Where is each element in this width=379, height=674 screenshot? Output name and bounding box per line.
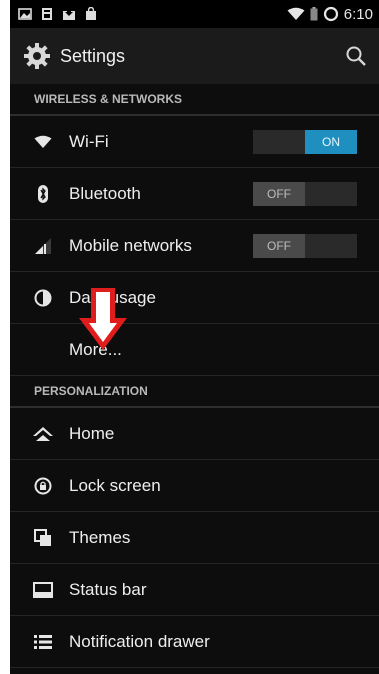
lock-icon	[32, 475, 54, 497]
home-icon	[32, 423, 54, 445]
red-arrow-annotation	[79, 288, 127, 350]
section-header-wireless: WIRELESS & NETWORKS	[10, 84, 379, 116]
data-usage-icon	[32, 287, 54, 309]
gear-icon[interactable]	[22, 41, 52, 71]
themes-icon	[32, 527, 54, 549]
toggle-state: OFF	[253, 182, 305, 206]
settings-item-themes[interactable]: Themes	[10, 512, 379, 564]
battery-icon	[310, 7, 318, 21]
toggle-state: OFF	[253, 234, 305, 258]
bluetooth-toggle[interactable]: OFF	[253, 182, 357, 206]
sync-icon	[323, 6, 338, 22]
action-bar: Settings	[10, 28, 379, 84]
notification-app-icon	[42, 8, 52, 20]
mobile-networks-toggle[interactable]: OFF	[253, 234, 357, 258]
wifi-icon	[32, 131, 54, 153]
search-icon[interactable]	[345, 45, 367, 67]
settings-item-bluetooth[interactable]: Bluetooth OFF	[10, 168, 379, 220]
toggle-state: ON	[305, 130, 357, 154]
settings-item-label: Mobile networks	[69, 235, 192, 255]
settings-item-label: Home	[69, 423, 115, 443]
settings-item-more[interactable]: More...	[10, 324, 379, 376]
settings-item-label: Wi-Fi	[69, 131, 109, 151]
settings-item-label: Notification drawer	[69, 631, 210, 651]
settings-item-lock-screen[interactable]: Lock screen	[10, 460, 379, 512]
wifi-status-icon	[287, 7, 305, 20]
settings-item-status-bar[interactable]: Status bar	[10, 564, 379, 616]
shopping-bag-icon	[86, 7, 96, 20]
status-bar: 6:10	[10, 0, 379, 28]
notification-drawer-icon	[32, 631, 54, 653]
gallery-icon	[18, 8, 32, 20]
settings-item-wifi[interactable]: Wi-Fi ON	[10, 116, 379, 168]
bluetooth-icon	[32, 183, 54, 205]
settings-item-label: Lock screen	[69, 475, 161, 495]
status-bar-icon	[32, 579, 54, 601]
wifi-toggle[interactable]: ON	[253, 130, 357, 154]
settings-item-mobile-networks[interactable]: Mobile networks OFF	[10, 220, 379, 272]
page-title: Settings	[60, 45, 126, 66]
settings-item-label: Themes	[69, 527, 131, 547]
settings-item-notification-drawer[interactable]: Notification drawer	[10, 616, 379, 668]
settings-item-home[interactable]: Home	[10, 408, 379, 460]
section-header-personalization: PERSONALIZATION	[10, 376, 379, 408]
settings-item-data-usage[interactable]: Data usage	[10, 272, 379, 324]
phone-screen: 6:10 Settings WIRELESS & NETWORKS Wi-Fi …	[10, 0, 379, 674]
settings-item-label: Bluetooth	[69, 183, 141, 203]
settings-list: WIRELESS & NETWORKS Wi-Fi ON Bluetooth O…	[10, 84, 379, 668]
clock: 6:10	[343, 5, 373, 23]
settings-item-label: Status bar	[69, 579, 147, 599]
download-icon	[63, 8, 75, 20]
signal-icon	[32, 235, 54, 257]
